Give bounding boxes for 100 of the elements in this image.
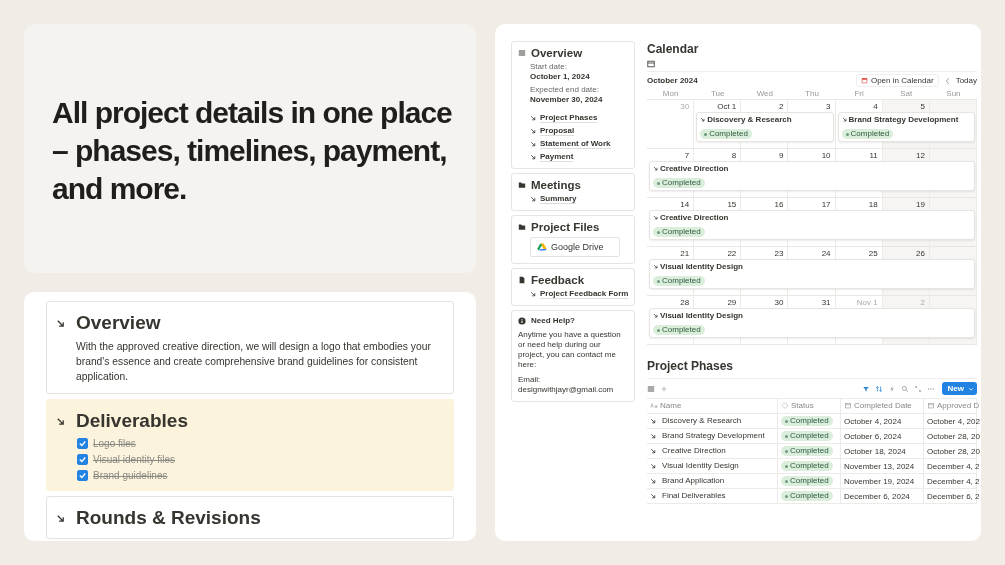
page-link[interactable]: Project Feedback Form	[540, 289, 629, 299]
day-number: 16	[773, 199, 785, 210]
day-number: 2	[777, 101, 785, 112]
new-button[interactable]: New	[941, 382, 977, 395]
arrow-icon	[653, 313, 658, 318]
day-number: 7	[683, 150, 691, 161]
status-tag: Completed	[781, 416, 833, 427]
arrow-icon	[530, 154, 536, 160]
filter-icon[interactable]	[861, 384, 870, 393]
today-button[interactable]: Today	[955, 76, 977, 85]
day-number: 14	[679, 199, 691, 210]
status-tag: Completed	[781, 461, 833, 472]
folder-icon	[518, 181, 526, 189]
status-tag: Completed	[653, 276, 705, 286]
field-value: October 1, 2024	[530, 72, 591, 82]
day-number: 31	[820, 297, 832, 308]
day-number: 25	[867, 248, 879, 259]
calendar-event[interactable]: Visual Identity Design Completed	[649, 308, 975, 338]
day-number: 5	[919, 101, 926, 112]
page-link[interactable]: Payment	[540, 152, 574, 162]
drive-link-button[interactable]: Google Drive	[530, 237, 620, 257]
calendar-event[interactable]: Creative Direction Completed	[649, 161, 975, 191]
phase-name[interactable]: Final Deliverables	[662, 491, 726, 501]
calendar-event[interactable]: Discovery & Research Completed	[696, 112, 834, 142]
table-cell: October 28, 20	[927, 446, 980, 456]
weekday-label: Sun	[945, 89, 962, 98]
calendar-event[interactable]: Visual Identity Design Completed	[649, 259, 975, 289]
day-number: 15	[726, 199, 738, 210]
arrow-icon	[650, 417, 656, 424]
column-header: Name	[660, 401, 682, 410]
weekday-label: Wed	[755, 89, 774, 98]
arrow-icon	[650, 492, 656, 499]
day-number: 29	[726, 297, 738, 308]
column-header: Status	[791, 401, 814, 410]
phase-name[interactable]: Visual Identity Design	[662, 461, 739, 471]
caret-icon	[968, 385, 974, 392]
status-tag: Completed	[841, 129, 894, 139]
panel-title: Need Help?	[531, 316, 575, 325]
status-tag: Completed	[700, 129, 752, 139]
arrow-icon	[530, 196, 536, 202]
expand-icon[interactable]	[913, 384, 922, 393]
checkbox[interactable]	[77, 454, 88, 465]
checkbox[interactable]	[77, 438, 88, 449]
day-number: 26	[914, 248, 926, 259]
column-header: Completed Date	[854, 401, 912, 410]
day-number: 11	[868, 150, 879, 161]
email-label: Email:	[518, 375, 542, 385]
sort-icon[interactable]	[874, 384, 883, 393]
checkbox[interactable]	[77, 470, 88, 481]
phase-name[interactable]: Creative Direction	[662, 446, 726, 456]
page-link[interactable]: Statement of Work	[540, 139, 611, 149]
text-type-icon	[650, 402, 658, 409]
checklist-item: Brand guidelines	[93, 470, 168, 481]
day-number: 23	[773, 248, 785, 259]
arrow-icon	[56, 318, 65, 328]
day-number: 24	[820, 248, 832, 259]
day-number: 10	[820, 150, 832, 161]
table-view-icon[interactable]	[647, 384, 655, 393]
arrow-icon	[650, 462, 656, 469]
arrow-icon	[841, 117, 847, 122]
panel-title: Overview	[531, 47, 583, 59]
document-icon	[518, 276, 526, 284]
day-number: 8	[730, 150, 738, 161]
phase-name[interactable]: Discovery & Research	[662, 416, 742, 426]
table-cell: November 13, 2024	[844, 461, 915, 471]
arrow-icon	[650, 432, 656, 439]
open-calendar-button[interactable]: Open in Calendar	[855, 74, 939, 87]
event-title: Visual Identity Design	[660, 262, 743, 271]
event-title: Creative Direction	[660, 164, 729, 173]
weekday-label: Sat	[899, 89, 914, 98]
phase-name[interactable]: Brand Strategy Development	[662, 431, 765, 441]
field-value: November 30, 2024	[530, 95, 604, 105]
table-cell: December 6, 2	[927, 491, 980, 501]
page-link[interactable]: Proposal	[540, 126, 575, 136]
arrow-icon	[56, 513, 65, 523]
event-title: Creative Direction	[660, 213, 729, 222]
search-icon[interactable]	[900, 384, 909, 393]
status-tag: Completed	[781, 431, 833, 442]
table-cell: October 4, 2024	[844, 416, 902, 426]
phase-name[interactable]: Brand Application	[662, 476, 725, 486]
arrow-icon	[653, 215, 658, 220]
page-link[interactable]: Project Phases	[540, 113, 598, 123]
calendar-event[interactable]: Creative Direction Completed	[649, 210, 975, 240]
panel-title: Feedback	[531, 274, 585, 286]
page-link[interactable]: Summary	[540, 194, 577, 204]
month-label: October 2024	[647, 76, 699, 85]
weekday-label: Tue	[709, 89, 726, 98]
day-number: 12	[914, 150, 926, 161]
status-tag: Completed	[653, 325, 705, 335]
chevron-left-icon[interactable]	[944, 76, 950, 85]
day-number: 21	[679, 248, 691, 259]
panel-title: Meetings	[531, 179, 581, 191]
status-tag: Completed	[781, 476, 833, 487]
help-text: Anytime you have a question or need help during our project, you can contact me here:	[518, 330, 622, 370]
arrow-icon	[530, 141, 536, 147]
add-icon[interactable]	[660, 384, 668, 393]
day-number: 22	[726, 248, 738, 259]
arrow-icon	[530, 291, 536, 297]
calendar-event[interactable]: Brand Strategy Development Completed	[837, 112, 975, 142]
calendar-icon	[860, 77, 868, 84]
